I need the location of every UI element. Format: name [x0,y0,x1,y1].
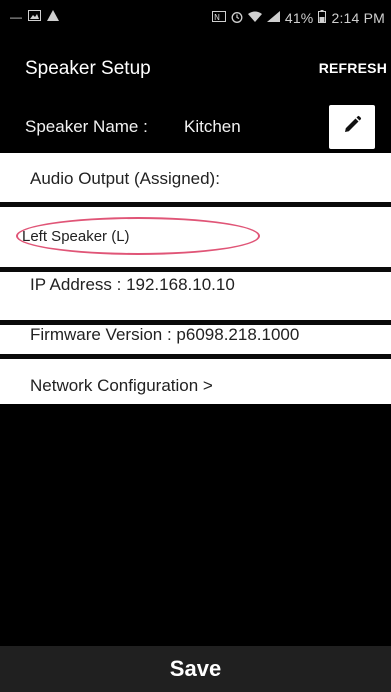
gallery-icon [28,10,41,24]
audio-output-row: Audio Output (Assigned): [0,153,391,202]
warning-icon [47,10,59,24]
svg-text:N: N [214,13,220,22]
wifi-icon [247,11,262,25]
clock: 2:14 PM [331,10,385,26]
speaker-name-value: Kitchen [184,117,241,136]
battery-percent: 41% [284,10,314,26]
app-header: Speaker Setup REFRESH [0,40,391,90]
dash-icon: — [10,10,22,24]
speaker-name-label: Speaker Name : [25,117,148,136]
pencil-icon [342,115,362,140]
alarm-icon [231,11,243,26]
speaker-channel-row: Left Speaker (L) [0,207,391,267]
speaker-channel-selector[interactable]: Left Speaker (L) [16,217,260,255]
battery-icon [318,10,327,26]
ip-address-label: IP Address : 192.168.10.10 [30,275,235,294]
save-label: Save [169,656,222,681]
page-title: Speaker Setup [25,58,151,79]
speaker-channel-value: Left Speaker (L) [22,228,130,245]
firmware-label: Firmware Version : p6098.218.1000 [30,325,300,344]
audio-output-label: Audio Output (Assigned): [30,169,220,188]
refresh-button[interactable]: REFRESH [319,60,387,76]
ip-address-row: IP Address : 192.168.10.10 [0,272,391,320]
network-config-row[interactable]: Network Configuration > [0,359,391,404]
speaker-name-row: Speaker Name : Kitchen [0,105,391,150]
edit-name-button[interactable] [329,105,375,149]
network-config-label: Network Configuration > [30,376,213,395]
status-right-icons: N 41% 2:14 PM [211,10,385,26]
nfc-icon: N [211,11,226,25]
status-bar: — N 41% 2:14 PM [0,0,391,38]
firmware-row: Firmware Version : p6098.218.1000 [0,325,391,354]
save-button[interactable]: Save [0,646,391,692]
status-left-icons: — [10,10,59,24]
signal-icon [266,11,280,25]
